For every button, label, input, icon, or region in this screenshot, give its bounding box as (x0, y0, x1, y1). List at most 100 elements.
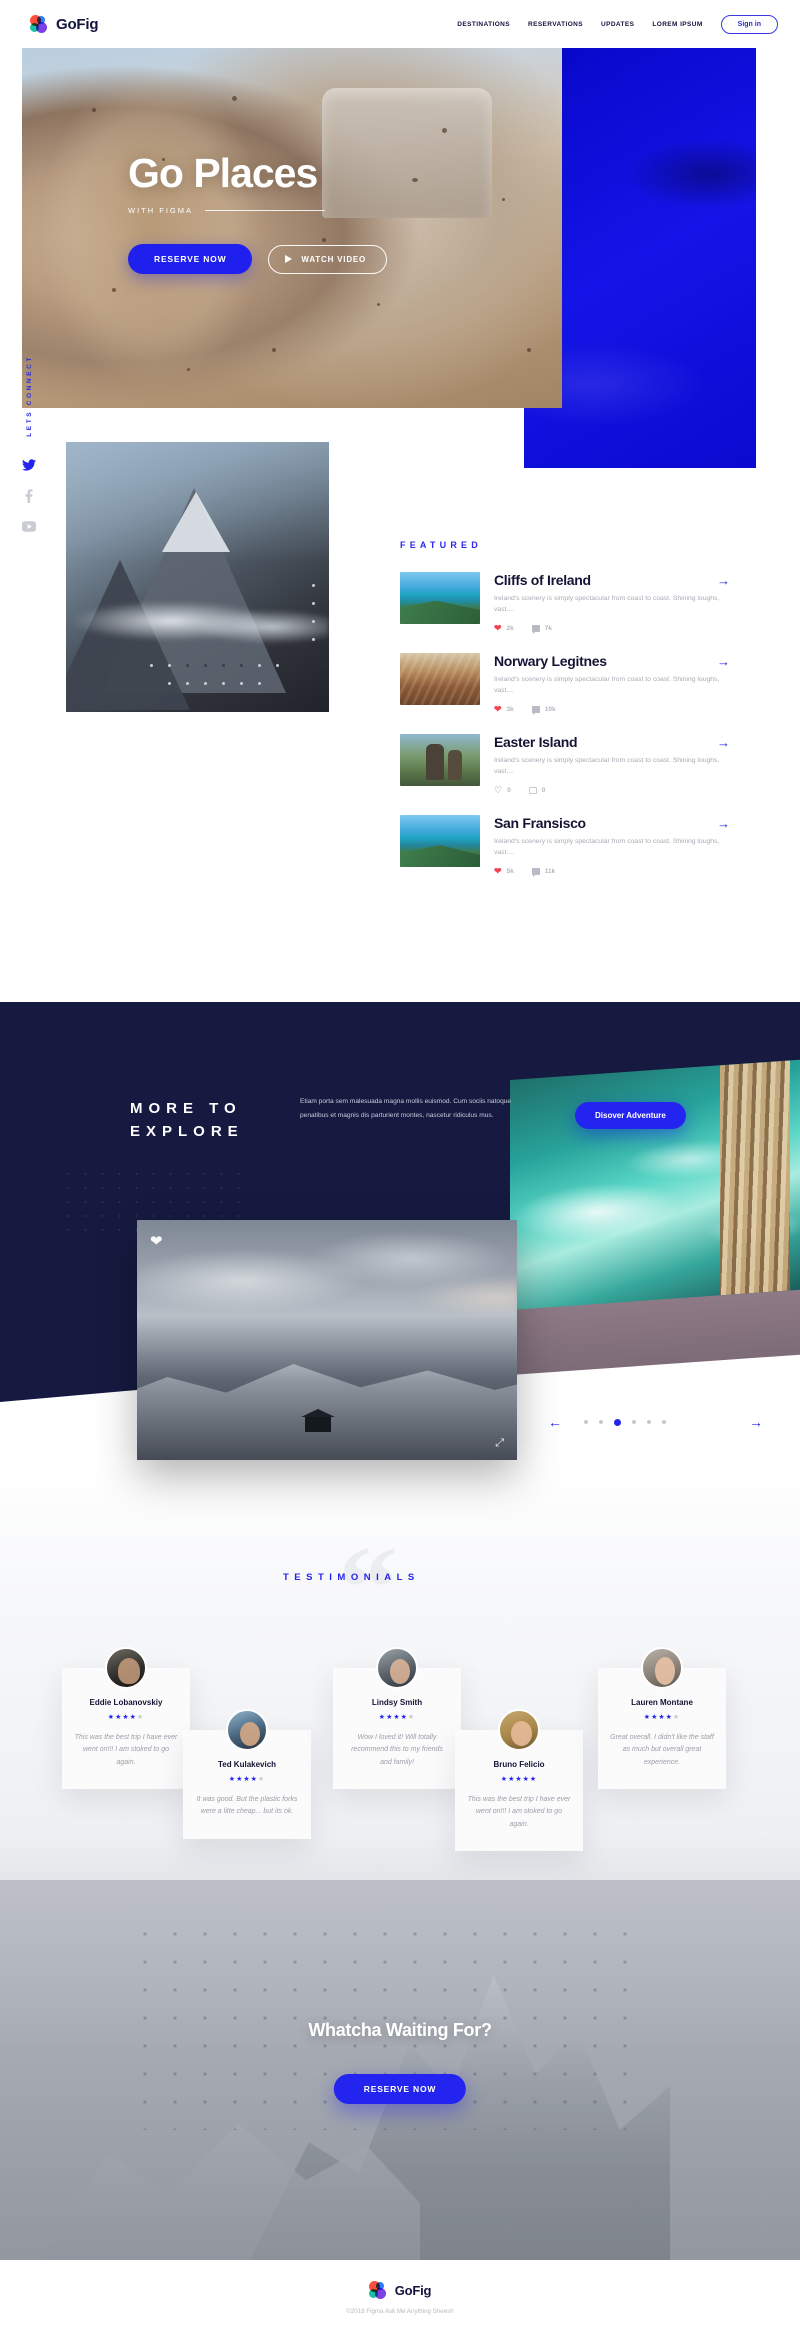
featured-item[interactable]: Cliffs of Ireland → Ireland's scenery is… (400, 572, 730, 634)
featured-item-title: Easter Island (494, 734, 578, 750)
arrow-right-icon[interactable]: → (717, 653, 730, 668)
featured-heading: FEATURED (400, 540, 482, 550)
testimonial-text: Wow I loved it! Will totally recommend t… (351, 1734, 443, 1766)
facebook-icon[interactable] (25, 488, 33, 503)
nav-item-destinations[interactable]: DESTINATIONS (457, 21, 510, 28)
heart-outline-icon: ♡ (494, 785, 503, 795)
lets-connect-label: LETS CONNECT (25, 355, 33, 437)
featured-item-stats: ♡ 0 0 (494, 786, 730, 795)
site-footer: GoFig ©2018 Figma Ask Me Anything Sheesh (0, 2260, 800, 2336)
cta-reserve-now-button[interactable]: RESERVE NOW (333, 2074, 467, 2104)
avatar (498, 1709, 540, 1751)
comment-stat[interactable]: 10k (531, 706, 556, 715)
testimonial-card: Lindsy Smith ★★★★★ Wow I loved it! Will … (333, 1647, 461, 1789)
comment-stat[interactable]: 7k (531, 625, 553, 634)
comment-icon (531, 706, 540, 715)
carousel-dot-active[interactable] (614, 1418, 621, 1426)
arrow-right-icon[interactable]: → (717, 734, 730, 749)
like-stat[interactable]: ❤ 2k (494, 624, 514, 633)
nav-item-lorem-ipsum[interactable]: LOREM IPSUM (652, 21, 702, 28)
brand-name: GoFig (56, 15, 99, 33)
explore-carousel-controls: ← → (548, 1412, 763, 1432)
copyright-text: ©2018 Figma Ask Me Anything Sheesh (346, 2308, 454, 2315)
featured-item[interactable]: Easter Island → Ireland's scenery is sim… (400, 734, 730, 795)
quote-mark-decoration: “ (338, 1521, 398, 1654)
nav-item-reservations[interactable]: RESERVATIONS (528, 21, 583, 28)
carousel-dot[interactable] (662, 1420, 666, 1424)
testimonial-text: Great overall. I didn't like the staff a… (610, 1734, 714, 1766)
comment-count: 10k (544, 706, 556, 713)
testimonial-card: Eddie Lobanovskiy ★★★★★ This was the bes… (62, 1647, 190, 1789)
featured-thumbnail[interactable] (400, 734, 480, 786)
nav-item-updates[interactable]: UPDATES (601, 21, 634, 28)
rating-stars: ★★★★★ (107, 1714, 145, 1721)
like-count: 2k (506, 625, 514, 632)
comment-icon (531, 625, 540, 634)
hero-title: Go Places (128, 150, 318, 196)
comment-count: 11k (544, 868, 556, 875)
comment-stat[interactable]: 0 (528, 787, 546, 794)
carousel-dot[interactable] (599, 1420, 603, 1424)
heart-icon: ❤ (494, 623, 502, 633)
testimonial-card: Lauren Montane ★★★★★ Great overall. I di… (598, 1647, 726, 1789)
featured-item-description: Ireland's scenery is simply spectacular … (494, 838, 720, 856)
like-count: 5k (506, 868, 514, 875)
featured-thumbnail[interactable] (400, 572, 480, 624)
arrow-right-icon[interactable]: → (717, 572, 730, 587)
comment-count: 7k (544, 625, 553, 632)
arrow-right-icon[interactable]: → (717, 815, 730, 830)
carousel-next-icon[interactable]: → (749, 1415, 763, 1429)
carousel-prev-icon[interactable]: ← (548, 1415, 562, 1429)
social-rail: LETS CONNECT (14, 355, 44, 532)
twitter-icon[interactable] (22, 459, 36, 471)
explore-title-line2: EXPLORE (130, 1123, 244, 1141)
featured-thumbnail[interactable] (400, 815, 480, 867)
brand-logo[interactable]: GoFig (30, 14, 99, 34)
featured-thumbnail[interactable] (400, 653, 480, 705)
testimonial-name: Bruno Felicio (493, 1760, 545, 1769)
featured-item-title: San Fransisco (494, 815, 586, 831)
testimonial-text: This was the best trip I have ever went … (74, 1734, 178, 1766)
wave-image (510, 1059, 800, 1310)
carousel-dot[interactable] (647, 1420, 651, 1424)
featured-item-title: Cliffs of Ireland (494, 572, 591, 588)
rating-stars: ★★★★★ (643, 1714, 681, 1721)
explore-feature-image[interactable]: ❤ ⤢ (137, 1220, 517, 1460)
carousel-dot[interactable] (632, 1420, 636, 1424)
testimonial-text: This was the best trip I have ever went … (467, 1796, 571, 1828)
testimonial-name: Ted Kulakevich (217, 1760, 277, 1769)
gallery-dot-grid (140, 584, 340, 708)
featured-section: FEATURED Cliffs of Ireland → Ireland's s… (400, 540, 730, 896)
featured-item-stats: ❤ 2k 7k (494, 624, 730, 634)
cta-title: Whatcha Waiting For? (308, 2020, 492, 2040)
testimonial-name: Lauren Montane (631, 1698, 693, 1707)
comment-count: 0 (541, 787, 546, 794)
expand-icon[interactable]: ⤢ (495, 1437, 504, 1450)
like-stat[interactable]: ♡ 0 (494, 786, 511, 795)
footer-brand-logo[interactable]: GoFig (368, 2281, 431, 2300)
like-count: 0 (507, 787, 511, 794)
avatar (641, 1647, 683, 1689)
favorite-heart-icon[interactable]: ❤ (150, 1232, 163, 1250)
featured-item[interactable]: Norwary Legitnes → Ireland's scenery is … (400, 653, 730, 715)
like-stat[interactable]: ❤ 3k (494, 705, 514, 714)
carousel-dot[interactable] (584, 1420, 588, 1424)
reserve-now-button[interactable]: RESERVE NOW (128, 244, 253, 274)
testimonial-name: Lindsy Smith (371, 1698, 423, 1707)
featured-item[interactable]: San Fransisco → Ireland's scenery is sim… (400, 815, 730, 877)
watch-video-button[interactable]: WATCH VIDEO (268, 244, 388, 274)
hero-actions: RESERVE NOW WATCH VIDEO (128, 244, 508, 274)
explore-copy: Etiam porta sem malesuada magna mollis e… (300, 1098, 512, 1119)
testimonial-card: Ted Kulakevich ★★★★★ It was good. But th… (183, 1709, 311, 1839)
discover-adventure-button[interactable]: Disover Adventure (575, 1102, 686, 1129)
youtube-icon[interactable] (22, 521, 36, 532)
comment-outline-icon (528, 787, 537, 794)
like-stat[interactable]: ❤ 5k (494, 867, 514, 876)
social-icons (22, 459, 36, 532)
gofig-logo-icon (30, 14, 49, 34)
comment-stat[interactable]: 11k (531, 868, 556, 877)
heart-icon: ❤ (494, 866, 502, 876)
sign-in-button[interactable]: Sign in (720, 14, 778, 34)
site-header: GoFig DESTINATIONS RESERVATIONS UPDATES … (0, 0, 800, 48)
heart-icon: ❤ (494, 704, 502, 714)
